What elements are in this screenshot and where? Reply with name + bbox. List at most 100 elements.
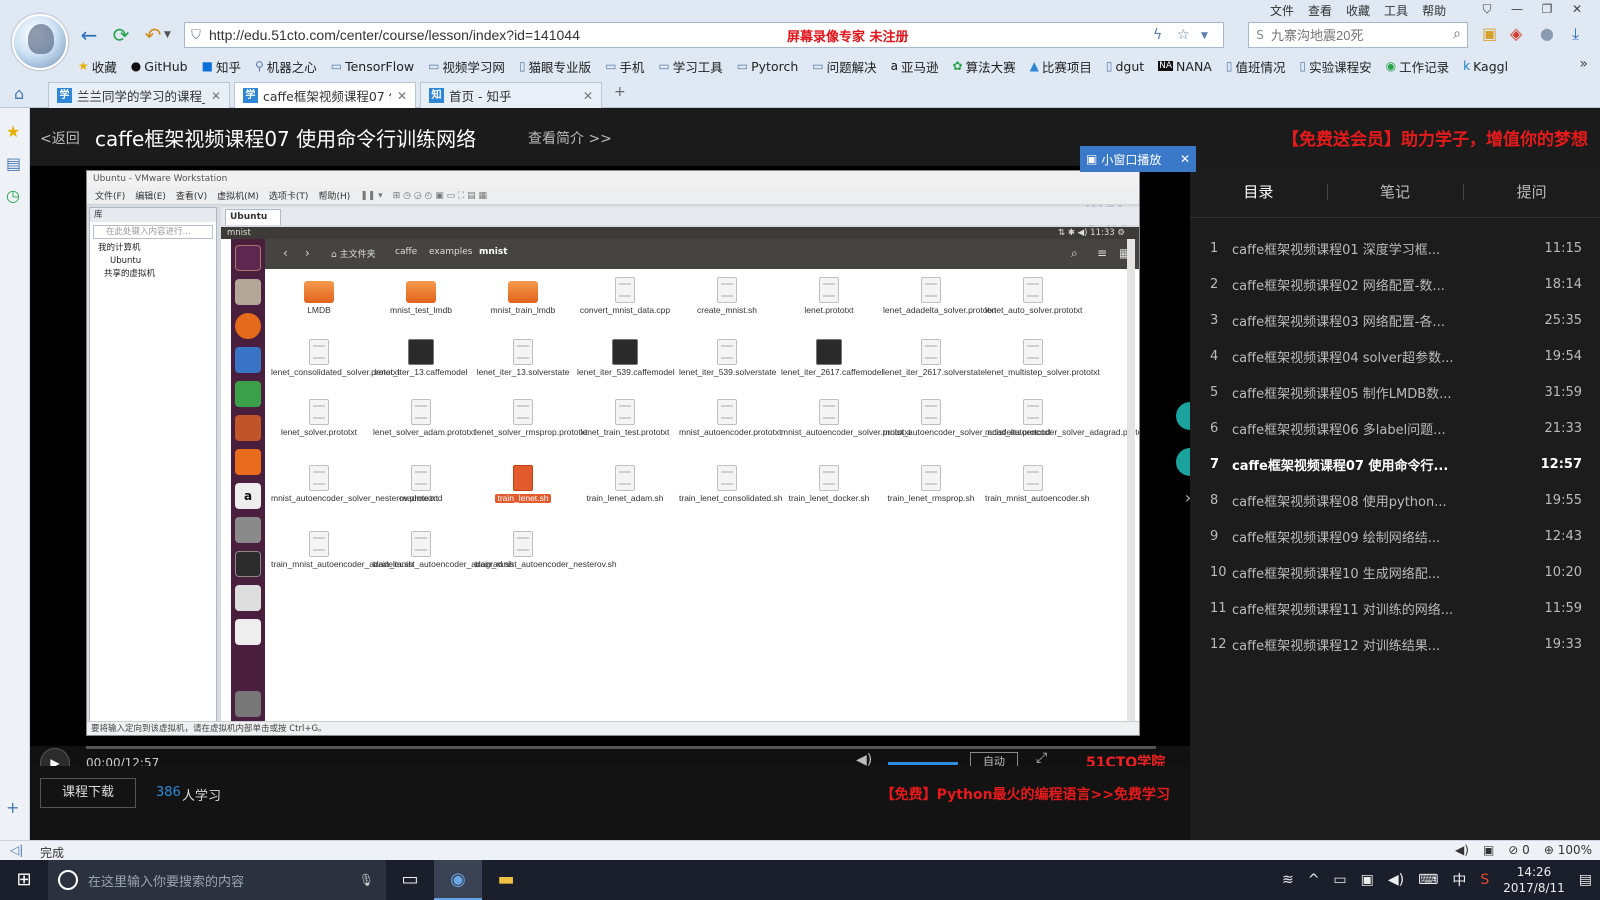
play-button[interactable]: ▶: [40, 748, 70, 766]
bookmark-nana[interactable]: NA NANA: [1158, 59, 1212, 74]
menu-item[interactable]: 帮助: [1422, 2, 1446, 19]
restore-icon[interactable]: ❐: [1532, 0, 1562, 18]
minimize-icon[interactable]: —: [1502, 0, 1532, 18]
tab-catalog[interactable]: 目录: [1190, 166, 1327, 217]
lesson-item[interactable]: 7 caffe框架视频课程07 使用命令行... 12:57: [1190, 446, 1600, 482]
refresh-icon[interactable]: ⟳: [108, 22, 134, 48]
tab-zhihu[interactable]: 知 首页 - 知乎 ✕: [420, 82, 602, 108]
search-icon[interactable]: ⌕: [1453, 26, 1461, 42]
lesson-item[interactable]: 8 caffe框架视频课程08 使用python... 19:55: [1190, 482, 1600, 518]
double-chevron-right-icon[interactable]: »: [1579, 56, 1588, 72]
menu-item[interactable]: 查看: [1308, 2, 1332, 19]
clock-icon[interactable]: ◷: [6, 186, 20, 205]
chevron-down-icon[interactable]: ▼: [1201, 31, 1208, 41]
bookmark-github[interactable]: ● GitHub: [131, 59, 188, 74]
chevron-up-icon[interactable]: ^: [1308, 872, 1320, 888]
course-download-button[interactable]: 课程下载: [40, 778, 136, 808]
sogou-icon[interactable]: S: [1480, 872, 1489, 888]
file-explorer-icon[interactable]: ▬: [482, 860, 530, 900]
close-icon[interactable]: ✕: [1180, 152, 1190, 166]
user-avatar[interactable]: [12, 14, 68, 70]
chevron-down-icon[interactable]: ▼: [164, 30, 171, 40]
video-player[interactable]: Ubuntu - VMware Workstation 文件(F) 编辑(E) …: [30, 166, 1190, 746]
lesson-item[interactable]: 5 caffe框架视频课程05 制作LMDB数... 31:59: [1190, 374, 1600, 410]
menu-item[interactable]: 文件: [1270, 2, 1294, 19]
add-icon[interactable]: +: [6, 798, 19, 817]
collapse-sidebar-icon[interactable]: ◁|: [10, 843, 23, 857]
browser-taskbar-icon[interactable]: ◉: [434, 860, 482, 900]
screenshot-icon[interactable]: ▣: [1483, 843, 1494, 857]
keyboard-icon[interactable]: ⌨: [1418, 872, 1438, 888]
close-icon[interactable]: ✕: [397, 89, 407, 103]
profile-icon[interactable]: ●: [1540, 24, 1554, 43]
bookmark-algorithm-contest[interactable]: ✿ 算法大赛: [953, 57, 1016, 76]
battery-icon[interactable]: ▭: [1333, 872, 1346, 888]
fullscreen-icon[interactable]: ⤢: [1036, 750, 1047, 766]
lesson-item[interactable]: 1 caffe框架视频课程01 深度学习框... 11:15: [1190, 230, 1600, 266]
lesson-item[interactable]: 10 caffe框架视频课程10 生成网络配... 10:20: [1190, 554, 1600, 590]
task-view-icon[interactable]: ▭: [386, 860, 434, 900]
bookmark-competition[interactable]: ▲ 比赛项目: [1030, 57, 1092, 76]
back-arrow-icon[interactable]: ←: [76, 22, 102, 48]
reader-icon[interactable]: ▤: [6, 154, 21, 173]
volume-icon[interactable]: ◀): [856, 752, 872, 766]
shirt-icon[interactable]: ⛉: [1472, 0, 1502, 18]
search-engine-icon[interactable]: S: [1249, 28, 1271, 42]
microphone-icon[interactable]: 🎙: [359, 873, 374, 887]
promo-banner-top[interactable]: 【免费送会员】助力学子，增值你的梦想: [1282, 125, 1588, 150]
bookmark-maoyan[interactable]: ▯ 猫眼专业版: [519, 57, 591, 76]
app-icon[interactable]: ◈: [1510, 24, 1522, 43]
promo-banner-bottom[interactable]: 【免费】Python最火的编程语言>>免费学习: [881, 784, 1170, 804]
system-clock[interactable]: 14:26 2017/8/11: [1503, 864, 1565, 896]
intro-link[interactable]: 查看简介 >>: [528, 128, 612, 148]
lesson-item[interactable]: 9 caffe框架视频课程09 绘制网络结... 12:43: [1190, 518, 1600, 554]
lesson-item[interactable]: 3 caffe框架视频课程03 网络配置-各... 25:35: [1190, 302, 1600, 338]
tab-notes[interactable]: 笔记: [1326, 166, 1464, 217]
tab-my-courses[interactable]: 学 兰兰同学的学习的课程_ ✕: [48, 82, 230, 108]
address-bar[interactable]: ⛉ http://edu.51cto.com/center/course/les…: [184, 22, 1224, 48]
bookmark-phone[interactable]: ▭ 手机: [605, 57, 644, 76]
bookmark-zhihu[interactable]: ■ 知乎: [202, 57, 241, 76]
bookmark-kaggle[interactable]: k Kaggl: [1463, 59, 1508, 74]
tab-caffe-course[interactable]: 学 caffe框架视频课程07 使 ✕: [234, 82, 416, 108]
bookmark-lab-course[interactable]: ▯ 实验课程安: [1299, 57, 1371, 76]
block-icon[interactable]: ⊘ 0: [1508, 843, 1530, 857]
taskbar-search[interactable]: 在这里输入你要搜索的内容 🎙: [48, 860, 386, 900]
mini-window-play-button[interactable]: ▣ 小窗口播放 ✕: [1080, 146, 1196, 172]
bookmark-jiqizhixin[interactable]: ⚲ 机器之心: [255, 57, 317, 76]
volume-icon[interactable]: ◀): [1388, 872, 1404, 888]
extension-icon[interactable]: ▣: [1482, 24, 1497, 43]
menu-item[interactable]: 工具: [1384, 2, 1408, 19]
url-text[interactable]: http://edu.51cto.com/center/course/lesso…: [207, 27, 777, 43]
search-box[interactable]: S ⌕: [1248, 22, 1468, 48]
bookmark-dgut[interactable]: ▯ dgut: [1106, 59, 1144, 74]
bookmark-video-learning[interactable]: ▭ 视频学习网: [428, 57, 505, 76]
bookmark-work-log[interactable]: ◉ 工作记录: [1386, 57, 1450, 76]
lesson-item[interactable]: 6 caffe框架视频课程06 多label问题... 21:33: [1190, 410, 1600, 446]
network-icon[interactable]: ▣: [1361, 872, 1374, 888]
lesson-item[interactable]: 4 caffe框架视频课程04 solver超参数... 19:54: [1190, 338, 1600, 374]
new-tab-button[interactable]: +: [614, 84, 626, 100]
lightning-icon[interactable]: ϟ: [1153, 27, 1162, 43]
star-icon[interactable]: ☆: [1177, 27, 1190, 43]
progress-bar[interactable]: [86, 746, 1156, 749]
bookmark-amazon[interactable]: a 亚马逊: [891, 57, 939, 76]
quality-button[interactable]: 自动: [970, 752, 1018, 766]
lesson-item[interactable]: 12 caffe框架视频课程12 对训练结果... 19:33: [1190, 626, 1600, 662]
bookmark-pytorch[interactable]: ▭ Pytorch: [737, 59, 799, 74]
menu-item[interactable]: 收藏: [1346, 2, 1370, 19]
search-input[interactable]: [1271, 27, 1431, 43]
bookmark-duty[interactable]: ▯ 值班情况: [1226, 57, 1286, 76]
bookmark-tensorflow[interactable]: ▭ TensorFlow: [331, 59, 414, 74]
close-icon[interactable]: ✕: [583, 89, 593, 103]
close-icon[interactable]: ✕: [211, 89, 221, 103]
windows-start-icon[interactable]: ⊞: [0, 860, 48, 900]
close-icon[interactable]: ✕: [1562, 0, 1592, 18]
wifi-icon[interactable]: ≋: [1282, 872, 1294, 888]
undo-icon[interactable]: ↶: [140, 22, 166, 48]
notification-icon[interactable]: ▤: [1579, 872, 1592, 888]
volume-slider[interactable]: [888, 762, 958, 765]
volume-icon[interactable]: ◀): [1455, 843, 1469, 857]
download-icon[interactable]: ⤓: [1572, 24, 1579, 44]
bookmark-study-tools[interactable]: ▭ 学习工具: [658, 57, 722, 76]
